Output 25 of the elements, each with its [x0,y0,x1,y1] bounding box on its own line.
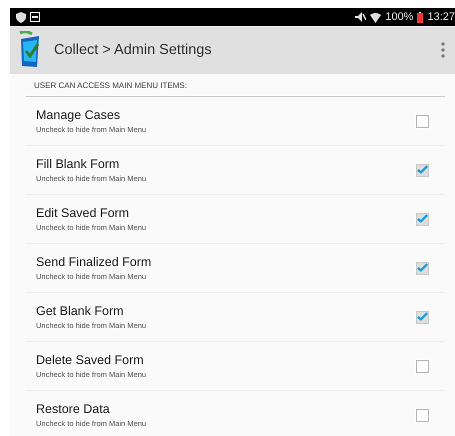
checkbox[interactable] [416,360,429,372]
checkbox[interactable] [416,262,429,274]
category-header: USER CAN ACCESS MAIN MENU ITEMS: [26,74,445,97]
wifi-icon [370,12,382,22]
preference-title: Manage Cases [36,108,122,122]
preference-title: Send Finalized Form [36,255,152,269]
checkbox[interactable] [416,114,429,128]
menu-icon [441,42,445,58]
mute-icon [355,12,366,22]
preference-title: Edit Saved Form [36,206,130,220]
checkbox[interactable] [416,212,429,226]
preference-title: Restore Data [36,402,111,416]
preference-title: Fill Blank Form [36,157,120,171]
app-logo-icon [18,31,42,69]
battery-percent: 100% [385,11,414,23]
checkbox[interactable] [416,310,429,324]
clock-time: 13:27 [427,11,455,23]
preference-title: Delete Saved Form [36,353,145,367]
checkbox[interactable] [416,408,429,422]
app-title: Collect > Admin Settings [54,42,213,58]
image-icon [30,12,40,22]
checkbox[interactable] [416,164,429,176]
shield-icon [16,12,26,22]
preference-title: Get Blank Form [36,304,125,318]
battery-icon [417,12,424,22]
